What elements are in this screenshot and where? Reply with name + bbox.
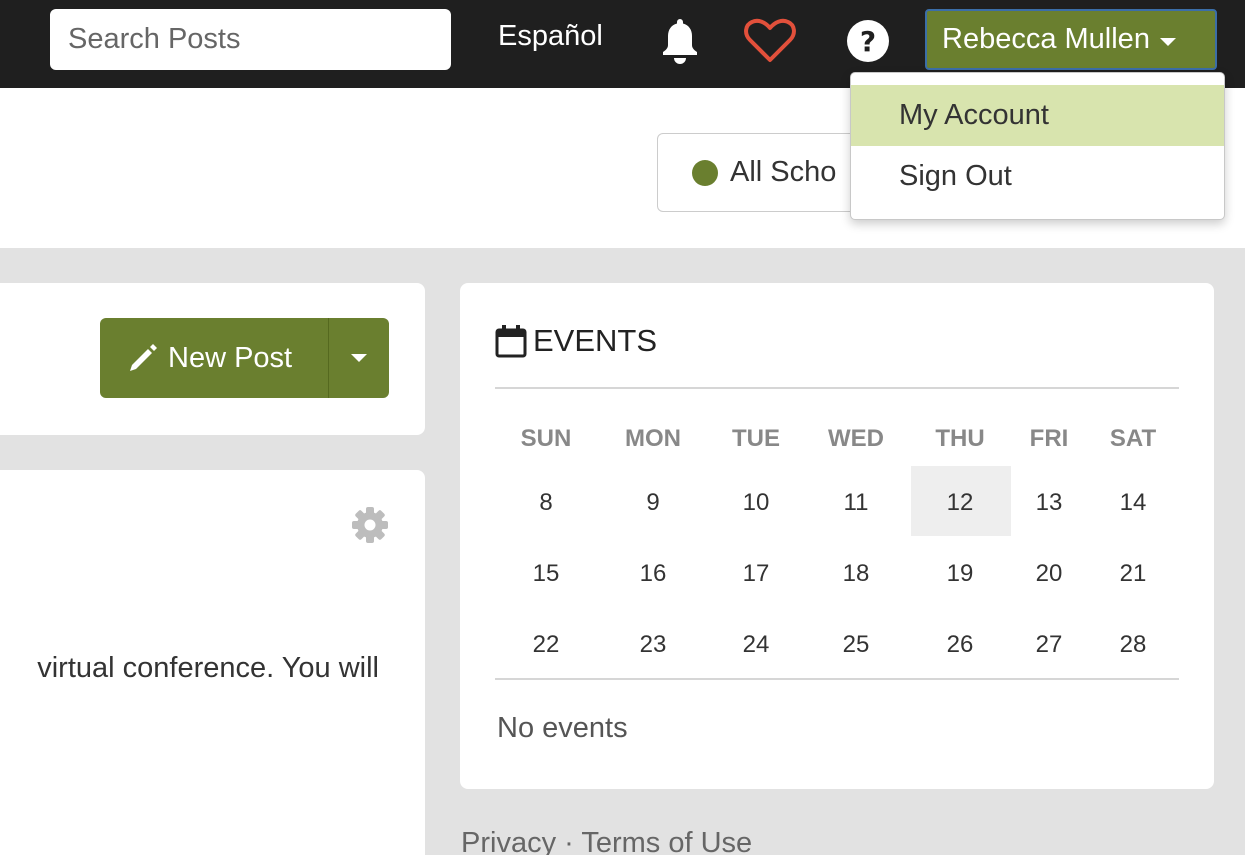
- calendar-day[interactable]: 27: [1036, 631, 1063, 659]
- calendar-day[interactable]: 10: [743, 489, 770, 517]
- calendar-day[interactable]: 11: [844, 489, 869, 517]
- school-filter-label: All Scho: [730, 156, 837, 188]
- footer-links: Privacy · Terms of Use: [461, 827, 752, 855]
- calendar-day[interactable]: 9: [646, 489, 659, 517]
- search-input[interactable]: [50, 9, 451, 70]
- no-events-message: No events: [497, 712, 628, 744]
- calendar-day-today[interactable]: 12: [947, 489, 974, 517]
- events-title: EVENTS: [533, 323, 658, 358]
- divider: [495, 387, 1179, 389]
- calendar-day[interactable]: 23: [640, 631, 667, 659]
- calendar-day[interactable]: 20: [1036, 560, 1063, 588]
- calendar-day[interactable]: 25: [843, 631, 870, 659]
- svg-text:?: ?: [860, 25, 876, 58]
- calendar-day[interactable]: 18: [843, 560, 870, 588]
- calendar-day[interactable]: 13: [1036, 489, 1063, 517]
- gear-icon[interactable]: [350, 505, 390, 545]
- terms-link[interactable]: Terms of Use: [581, 827, 752, 855]
- weekday-header: THU: [935, 425, 985, 452]
- weekday-header: FRI: [1029, 425, 1069, 452]
- pencil-icon: [130, 344, 157, 371]
- calendar-day[interactable]: 24: [743, 631, 770, 659]
- caret-down-icon: [351, 354, 367, 362]
- calendar-day[interactable]: 26: [947, 631, 974, 659]
- help-icon[interactable]: ?: [846, 19, 890, 63]
- divider: [495, 678, 1179, 680]
- user-menu-button[interactable]: Rebecca Mullen: [925, 9, 1217, 70]
- new-post-label: New Post: [168, 341, 293, 374]
- weekday-header: TUE: [732, 425, 780, 452]
- new-post-options-button[interactable]: [329, 318, 389, 398]
- weekday-header: WED: [828, 425, 884, 452]
- menu-item-sign-out[interactable]: Sign Out: [851, 146, 1224, 207]
- calendar-day[interactable]: 22: [533, 631, 560, 659]
- calendar-day[interactable]: 8: [539, 489, 552, 517]
- calendar-day[interactable]: 14: [1120, 489, 1147, 517]
- weekday-header: SAT: [1109, 425, 1157, 452]
- language-link[interactable]: Español: [498, 20, 603, 53]
- user-dropdown-menu: My Account Sign Out: [850, 72, 1225, 220]
- bell-icon[interactable]: [659, 17, 701, 65]
- school-color-dot: [692, 159, 718, 186]
- privacy-link[interactable]: Privacy: [461, 827, 556, 855]
- heart-icon[interactable]: [744, 18, 796, 64]
- events-heading: EVENTS: [495, 323, 657, 359]
- calendar-day[interactable]: 21: [1120, 560, 1147, 588]
- calendar-day[interactable]: 19: [947, 560, 974, 588]
- weekday-header: MON: [625, 425, 681, 452]
- calendar-day[interactable]: 28: [1120, 631, 1147, 659]
- new-post-button[interactable]: New Post: [100, 318, 389, 398]
- user-name: Rebecca Mullen: [942, 23, 1150, 55]
- caret-down-icon: [1159, 37, 1176, 46]
- footer-separator: ·: [564, 827, 574, 855]
- weekday-header: SUN: [520, 425, 572, 452]
- calendar-day[interactable]: 15: [533, 560, 560, 588]
- calendar-day[interactable]: 17: [743, 560, 770, 588]
- calendar-day[interactable]: 16: [640, 560, 667, 588]
- calendar-icon: [495, 325, 527, 358]
- menu-item-my-account[interactable]: My Account: [851, 85, 1224, 146]
- post-excerpt: virtual conference. You will: [37, 652, 379, 684]
